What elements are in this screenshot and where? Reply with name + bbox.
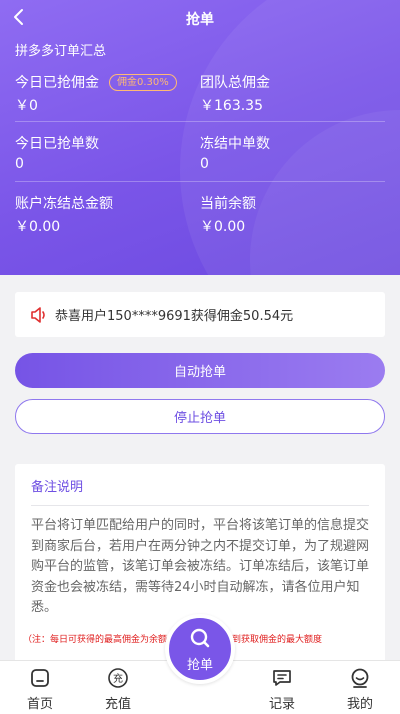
balance-label: 当前余额 [200, 196, 256, 212]
tab-home[interactable]: 首页 [0, 661, 80, 714]
svg-text:充: 充 [113, 672, 123, 685]
tab-record[interactable]: 记录 [242, 661, 322, 714]
profile-icon [351, 668, 369, 688]
commission-rate-badge: 佣金0.30% [109, 73, 177, 91]
auto-grab-button[interactable]: 自动抢单 [15, 353, 385, 388]
notice-bar: 恭喜用户150****9691获得佣金50.54元 [15, 292, 385, 337]
tab-profile[interactable]: 我的 [320, 661, 400, 714]
tab-grab[interactable]: 抢单 [165, 614, 235, 684]
today-commission-label: 今日已抢佣金 [15, 75, 99, 91]
stop-grab-button[interactable]: 停止抢单 [15, 399, 385, 434]
team-commission-label: 团队总佣金 [200, 75, 270, 91]
tab-label: 记录 [268, 697, 295, 712]
divider [15, 181, 385, 182]
frozen-amount-value: ￥0.00 [15, 219, 61, 235]
grab-icon [190, 628, 210, 648]
recharge-icon: 充 [108, 668, 128, 688]
remark-title: 备注说明 [31, 480, 84, 495]
frozen-orders-label: 冻结中单数 [200, 136, 270, 152]
tab-label: 抢单 [186, 658, 213, 673]
today-orders-label: 今日已抢单数 [15, 136, 99, 152]
summary-title: 拼多多订单汇总 [15, 44, 107, 59]
tab-recharge[interactable]: 充 充值 [78, 661, 158, 714]
frozen-orders: 冻结中单数 0 [200, 133, 270, 172]
notice-text: 恭喜用户150****9691获得佣金50.54元 [55, 309, 294, 324]
remark-body: 平台将订单匹配给用户的同时，平台将该笔订单的信息提交到商家后台，若用户在两分钟之… [31, 518, 370, 615]
divider [31, 505, 369, 506]
team-commission: 团队总佣金 ￥163.35 [200, 72, 270, 115]
speaker-icon [31, 306, 45, 323]
frozen-amount: 账户冻结总金额 ￥0.00 [15, 193, 113, 236]
frozen-orders-value: 0 [200, 156, 209, 172]
record-icon [273, 670, 291, 686]
tab-label: 充值 [104, 697, 131, 712]
balance: 当前余额 ￥0.00 [200, 193, 256, 236]
team-commission-value: ￥163.35 [200, 98, 263, 114]
page-title: 抢单 [186, 12, 214, 28]
today-orders: 今日已抢单数 0 [15, 133, 99, 172]
today-orders-value: 0 [15, 156, 24, 172]
nav-bar: 抢单 [0, 0, 400, 36]
home-icon [31, 669, 49, 687]
tab-label: 我的 [346, 697, 373, 712]
frozen-amount-label: 账户冻结总金额 [15, 196, 113, 212]
summary-header: 抢单 拼多多订单汇总 今日已抢佣金 佣金0.30% ￥0 团队总佣金 ￥163.… [0, 0, 400, 275]
divider [15, 121, 385, 122]
tab-label: 首页 [26, 697, 53, 712]
today-commission: 今日已抢佣金 佣金0.30% ￥0 [15, 72, 177, 115]
today-commission-value: ￥0 [15, 98, 38, 114]
balance-value: ￥0.00 [200, 219, 246, 235]
